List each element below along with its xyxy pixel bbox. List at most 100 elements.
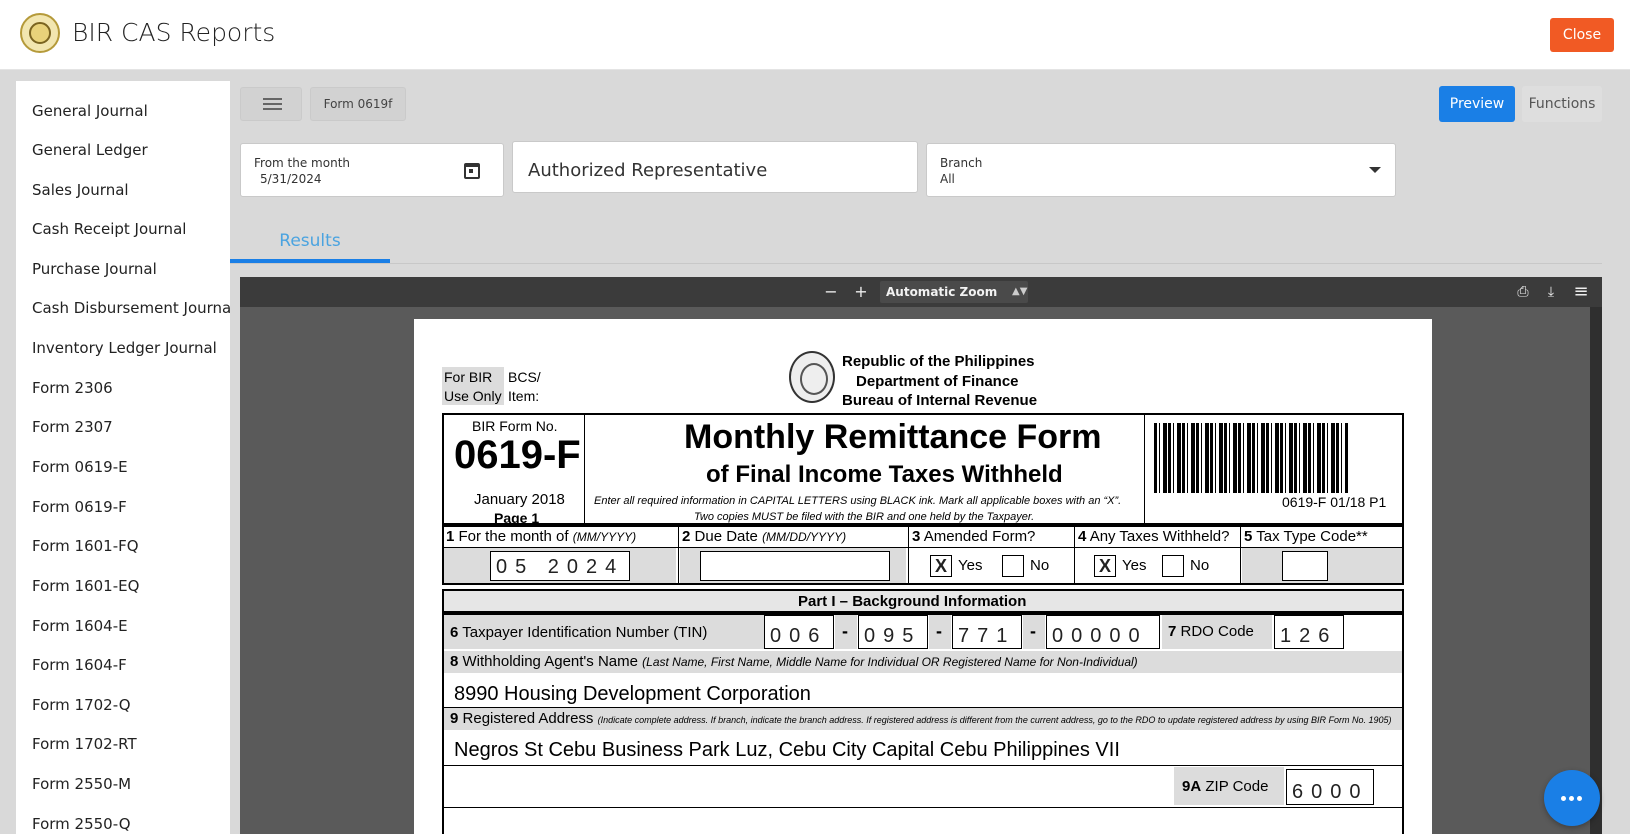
month-field-label: From the month [254, 156, 350, 170]
month-field[interactable]: From the month 5/31/2024 [240, 143, 504, 197]
scrollbar[interactable] [1590, 307, 1602, 834]
representative-field[interactable]: Authorized Representative [512, 141, 918, 193]
sidebar-item-form-2550-m[interactable]: Form 2550-M [32, 775, 131, 793]
f7-label: RDO Code [1180, 623, 1254, 640]
chat-button[interactable] [1544, 770, 1600, 826]
instructions-line-1: Enter all required information in CAPITA… [594, 495, 1122, 507]
branch-select[interactable]: Branch All [926, 143, 1396, 197]
calendar-icon[interactable] [464, 163, 480, 179]
f4-label: Any Taxes Withheld? [1089, 528, 1230, 545]
f9-label: Registered Address [462, 710, 594, 727]
form-date: January 2018 [474, 491, 565, 508]
bureau-text: Bureau of Internal Revenue [842, 392, 1038, 409]
sidebar-item-form-1601-eq[interactable]: Form 1601-EQ [32, 577, 139, 595]
branch-value[interactable]: All [940, 172, 955, 186]
sidebar-item-cash-disbursement-journal[interactable]: Cash Disbursement Journal [32, 299, 230, 317]
download-icon[interactable]: ⤓ [1540, 282, 1562, 302]
sidebar-item-form-0619-f[interactable]: Form 0619-F [32, 498, 127, 516]
representative-value[interactable]: Authorized Representative [528, 160, 767, 181]
sidebar-item-form-1604-e[interactable]: Form 1604-E [32, 617, 128, 635]
sidebar-item-form-1604-f[interactable]: Form 1604-F [32, 656, 127, 674]
f2-label: Due Date [694, 528, 758, 545]
tin-dash-3: - [1030, 621, 1036, 641]
menu-icon[interactable]: ≡ [1570, 282, 1592, 302]
top-bar: BIR CAS Reports Close [0, 0, 1630, 70]
taxes-no-label: No [1190, 557, 1210, 574]
sidebar-item-form-0619-e[interactable]: Form 0619-E [32, 458, 128, 476]
taxes-yes-checkbox[interactable]: X [1094, 555, 1116, 577]
close-button[interactable]: Close [1550, 18, 1614, 52]
barcode-code: 0619-F 01/18 P1 [1282, 494, 1387, 510]
taxes-no-checkbox[interactable] [1162, 555, 1184, 577]
f3-label: Amended Form? [923, 528, 1036, 545]
sidebar-item-inventory-ledger-journal[interactable]: Inventory Ledger Journal [32, 339, 217, 357]
form-subtitle: of Final Income Taxes Withheld [706, 461, 1063, 488]
tin-part-3: 771 [958, 625, 1016, 647]
amended-yes-checkbox[interactable]: X [930, 555, 952, 577]
sidebar-item-form-1702-q[interactable]: Form 1702-Q [32, 696, 131, 714]
f5-label: Tax Type Code** [1256, 528, 1368, 545]
f6-label: Taxpayer Identification Number (TIN) [462, 624, 708, 641]
form-title: Monthly Remittance Form [684, 418, 1102, 456]
tin-dash-2: - [936, 621, 942, 641]
sidebar-item-purchase-journal[interactable]: Purchase Journal [32, 260, 157, 278]
tin-part-2: 095 [864, 625, 922, 647]
f9-hint: (Indicate complete address. If branch, i… [597, 715, 1392, 725]
sidebar-item-sales-journal[interactable]: Sales Journal [32, 181, 129, 199]
pdf-toolbar: − + Automatic Zoom ▲▼ ⎙ ⤓ ≡ [240, 277, 1602, 307]
sidebar-item-form-1601-fq[interactable]: Form 1601-FQ [32, 537, 139, 555]
sidebar-item-general-ledger[interactable]: General Ledger [32, 141, 148, 159]
functions-button[interactable]: Functions [1522, 86, 1602, 122]
f2-hint: (MM/DD/YYYY) [762, 530, 847, 544]
zoom-out-button[interactable]: − [820, 282, 842, 302]
f9-num: 9 [450, 710, 459, 727]
f5-num: 5 [1244, 528, 1253, 545]
sidebar-item-general-journal[interactable]: General Journal [32, 102, 148, 120]
form-number: 0619-F [454, 433, 581, 477]
sidebar-item-cash-receipt-journal[interactable]: Cash Receipt Journal [32, 220, 186, 238]
republic-text: Republic of the Philippines [842, 353, 1035, 370]
instructions-line-2: Two copies MUST be filed with the BIR an… [694, 511, 1035, 523]
page-label: Page 1 [494, 510, 540, 526]
use-only-label: Use Only [444, 388, 502, 404]
sidebar-item-form-2307[interactable]: Form 2307 [32, 418, 113, 436]
hamburger-button[interactable] [240, 87, 302, 121]
print-icon[interactable]: ⎙ [1512, 282, 1534, 302]
f1-num: 1 [446, 528, 455, 545]
hamburger-icon [263, 98, 282, 100]
sidebar: General Journal General Ledger Sales Jou… [16, 81, 230, 834]
for-bir-label: For BIR [444, 369, 493, 385]
f8-label: Withholding Agent's Name [462, 653, 638, 670]
zoom-value: Automatic Zoom [886, 285, 998, 299]
bcs-label: BCS/ [508, 369, 541, 385]
due-date-box [700, 551, 890, 581]
month-digits: 05 2024 [496, 556, 625, 578]
zoom-in-button[interactable]: + [850, 282, 872, 302]
f8-hint: (Last Name, First Name, Middle Name for … [642, 655, 1138, 669]
item-label: Item: [508, 388, 540, 404]
month-field-value[interactable]: 5/31/2024 [260, 172, 322, 186]
sidebar-item-form-2306[interactable]: Form 2306 [32, 379, 113, 397]
barcode-icon [1154, 423, 1348, 493]
sidebar-item-form-2550-q[interactable]: Form 2550-Q [32, 815, 131, 833]
agent-name-value: 8990 Housing Development Corporation [454, 683, 811, 705]
address-value: Negros St Cebu Business Park Luz, Cebu C… [454, 739, 1120, 761]
f7-num: 7 [1168, 623, 1177, 640]
sidebar-item-form-1702-rt[interactable]: Form 1702-RT [32, 735, 137, 753]
branch-label: Branch [940, 156, 983, 170]
zip-value: 6000 [1292, 781, 1369, 803]
f2-num: 2 [682, 528, 691, 545]
amended-no-checkbox[interactable] [1002, 555, 1024, 577]
pdf-page: For BIR Use Only BCS/ Item: Republic of … [414, 319, 1432, 834]
chevron-down-icon[interactable] [1369, 167, 1381, 173]
zoom-select[interactable]: Automatic Zoom ▲▼ [880, 281, 1028, 303]
pdf-viewer: − + Automatic Zoom ▲▼ ⎙ ⤓ ≡ For BIR Use … [240, 277, 1602, 834]
app-title: BIR CAS Reports [72, 18, 276, 47]
bir-logo-icon [20, 13, 60, 53]
f4-num: 4 [1078, 528, 1087, 545]
preview-button[interactable]: Preview [1439, 86, 1515, 122]
tab-results[interactable]: Results [230, 223, 390, 263]
f1-label: For the month of [458, 528, 569, 545]
taxes-yes-label: Yes [1122, 557, 1147, 574]
tab-divider [230, 263, 1602, 264]
